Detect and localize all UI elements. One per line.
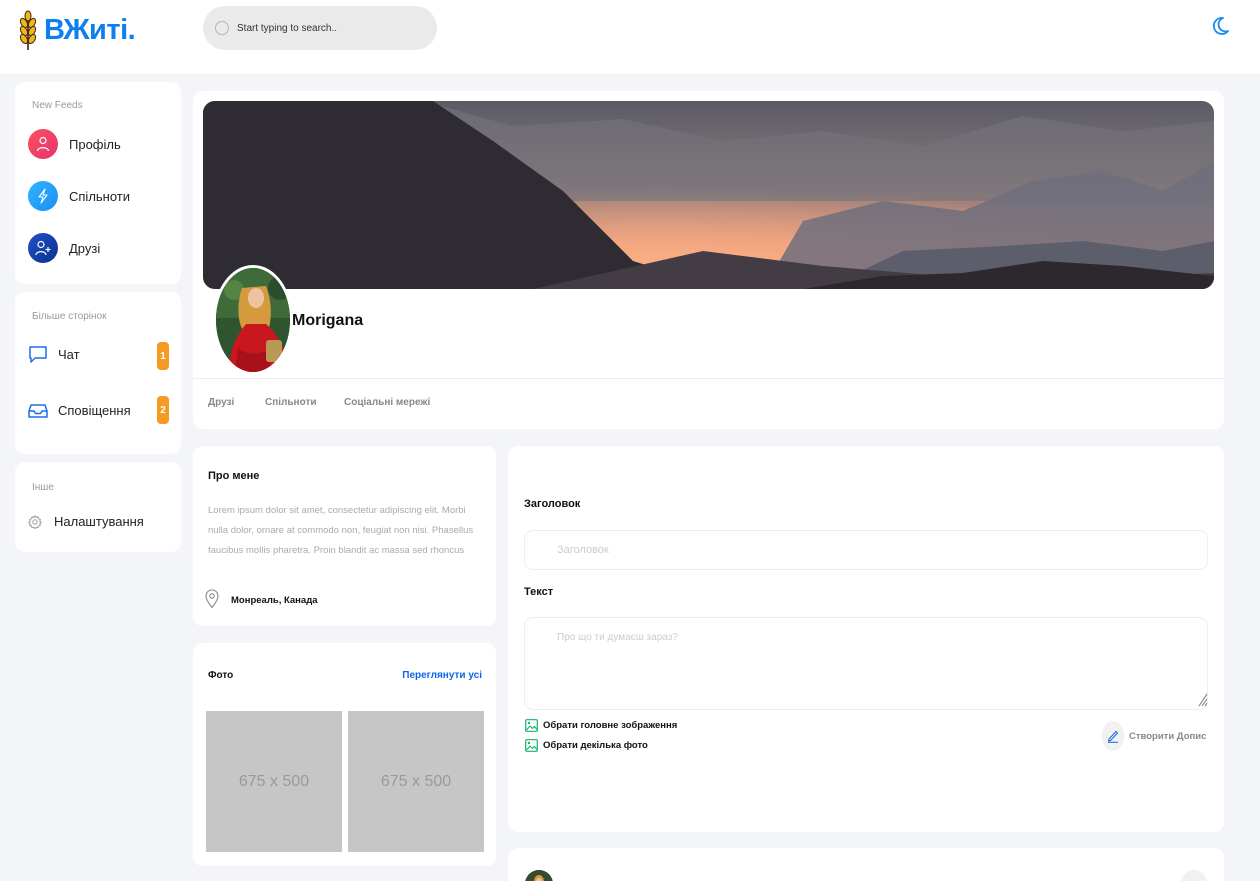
- choose-main-image-option[interactable]: Обрати головне зображення: [525, 719, 677, 732]
- wheat-icon: [19, 10, 37, 50]
- brand-logo[interactable]: ВЖиті.: [18, 10, 136, 50]
- top-header: ВЖиті.: [0, 0, 1260, 74]
- tab-social-networks[interactable]: Соціальні мережі: [344, 397, 430, 408]
- sidebar-section-other: Інше Налаштування: [15, 462, 181, 552]
- image-icon: [525, 739, 538, 752]
- post-title-input[interactable]: [524, 530, 1208, 570]
- sidebar-item-label: Чат: [58, 346, 80, 362]
- tab-communities[interactable]: Спільноти: [265, 397, 316, 408]
- create-post-card: Заголовок Текст Обрати головне зображенн…: [508, 446, 1224, 832]
- pen-icon: [1107, 730, 1119, 743]
- profile-divider: [193, 378, 1224, 379]
- choose-multiple-photos-option[interactable]: Обрати декілька фото: [525, 739, 648, 752]
- sidebar-section-feeds: New Feeds Профіль Спільноти Друзі: [15, 82, 181, 284]
- choose-main-image-label: Обрати головне зображення: [543, 720, 678, 731]
- sidebar-icon-circle: [28, 129, 58, 159]
- sidebar-item-notifications[interactable]: Сповіщення: [28, 400, 131, 420]
- about-title: Про мене: [208, 470, 260, 482]
- search-input[interactable]: [237, 22, 427, 34]
- sidebar-section-pages: Більше сторінок Чат 1 Сповіщення 2: [15, 292, 181, 454]
- chat-badge: 1: [157, 342, 169, 370]
- pen-icon-circle: [1102, 721, 1124, 751]
- user-icon: [36, 136, 50, 152]
- sidebar-item-friends[interactable]: Друзі: [28, 233, 100, 263]
- profile-avatar[interactable]: [213, 265, 293, 375]
- gear-icon: [28, 514, 42, 529]
- image-icon: [525, 719, 538, 732]
- sidebar-heading: New Feeds: [32, 100, 83, 111]
- chat-icon: [29, 346, 47, 363]
- location-text: Монреаль, Канада: [231, 595, 318, 606]
- sidebar-icon-circle: [28, 181, 58, 211]
- sidebar-item-label: Друзі: [69, 240, 101, 256]
- search-icon: [215, 21, 229, 35]
- post-text-input[interactable]: [524, 617, 1208, 710]
- photo-thumbnail[interactable]: 675 x 500: [206, 711, 342, 852]
- location-pin-icon: [205, 589, 219, 609]
- photo-thumbnail[interactable]: 675 x 500: [348, 711, 484, 852]
- sidebar-item-label: Профіль: [69, 136, 121, 152]
- search-box[interactable]: [203, 6, 437, 50]
- sidebar-item-profile[interactable]: Профіль: [28, 129, 121, 159]
- post-options-button[interactable]: [1181, 870, 1207, 881]
- moon-icon[interactable]: [1212, 16, 1230, 36]
- profile-name: Morigana: [292, 312, 364, 329]
- sidebar-item-label: Спільноти: [69, 188, 131, 204]
- inbox-icon: [28, 404, 48, 418]
- sidebar-item-label: Сповіщення: [58, 402, 131, 418]
- sidebar-icon-circle: [28, 233, 58, 263]
- create-post-label: Створити Допис: [1129, 730, 1207, 742]
- sidebar-item-label: Налаштування: [54, 514, 144, 529]
- profile-card: Morigana Друзі Спільноти Соціальні мереж…: [193, 91, 1224, 429]
- sidebar-item-communities[interactable]: Спільноти: [28, 181, 130, 211]
- brand-name: ВЖиті.: [44, 13, 136, 46]
- tab-friends[interactable]: Друзі: [208, 397, 234, 408]
- create-post-button[interactable]: Створити Допис: [1102, 721, 1206, 751]
- title-label: Заголовок: [524, 498, 581, 510]
- choose-multiple-photos-label: Обрати декілька фото: [543, 740, 648, 751]
- resize-handle-icon[interactable]: [1198, 693, 1208, 707]
- sidebar-item-chat[interactable]: Чат: [28, 344, 80, 364]
- photos-title: Фото: [208, 670, 234, 681]
- post-author-avatar[interactable]: [525, 870, 553, 881]
- cover-image: [203, 101, 1214, 289]
- about-card: Про мене Lorem ipsum dolor sit amet, con…: [193, 446, 496, 626]
- sidebar-heading: Більше сторінок: [32, 311, 107, 322]
- about-text: Lorem ipsum dolor sit amet, consectetur …: [208, 505, 474, 556]
- text-label: Текст: [524, 586, 554, 598]
- view-all-photos-link[interactable]: Переглянути усі: [402, 670, 482, 681]
- lightning-icon: [38, 188, 48, 204]
- add-user-icon: [35, 240, 51, 256]
- photos-card: Фото Переглянути усі 675 x 500 675 x 500: [193, 643, 496, 866]
- notifications-badge: 2: [157, 396, 169, 424]
- feed-post-card: [508, 848, 1224, 881]
- sidebar-item-settings[interactable]: Налаштування: [28, 514, 144, 529]
- sidebar-heading: Інше: [32, 482, 54, 493]
